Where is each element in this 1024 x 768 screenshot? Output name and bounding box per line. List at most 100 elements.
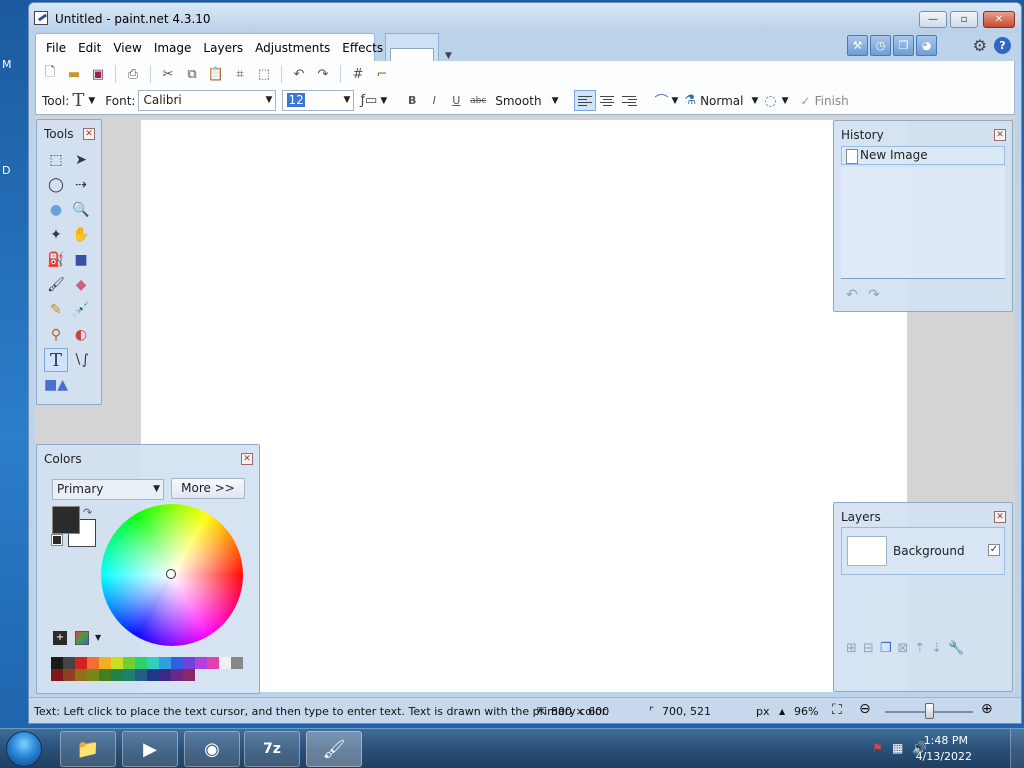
magic-wand-icon[interactable]: ✦ <box>44 223 68 247</box>
layer-properties-icon[interactable]: 🔧 <box>948 641 964 656</box>
close-icon[interactable]: ✕ <box>241 453 253 465</box>
palette-swatch[interactable] <box>99 669 111 681</box>
align-left-button[interactable] <box>574 90 597 111</box>
layers-window-toggle-icon[interactable]: ❐ <box>893 35 914 56</box>
redo-icon[interactable]: ↷ <box>313 64 333 84</box>
blend-mode-icon[interactable]: ⚗ <box>684 93 696 108</box>
grid-icon[interactable]: # <box>348 64 368 84</box>
chrome-taskbar-icon[interactable]: ◉ <box>184 731 240 767</box>
gradient-icon[interactable]: ■ <box>69 248 93 272</box>
align-right-button[interactable] <box>618 90 640 111</box>
clock-date[interactable]: 4/13/2022 <box>916 750 972 763</box>
font-smoothing-menu-icon[interactable]: ƒ▭ <box>360 93 377 108</box>
palette-swatch[interactable] <box>63 669 75 681</box>
palette-swatch[interactable] <box>219 657 231 669</box>
chevron-down-icon[interactable]: ▼ <box>95 633 101 642</box>
palette-swatch[interactable] <box>51 657 63 669</box>
move-layer-down-icon[interactable]: ⇣ <box>931 641 942 656</box>
text-tool-button-icon[interactable]: T <box>44 348 68 372</box>
color-wheel-cursor[interactable] <box>166 569 176 579</box>
history-item[interactable]: New Image <box>841 146 1005 165</box>
colors-window-toggle-icon[interactable]: ◕ <box>916 35 937 56</box>
palette-swatch[interactable] <box>135 657 147 669</box>
desktop-icon-label[interactable]: M <box>2 58 12 71</box>
swap-colors-icon[interactable]: ↷ <box>83 506 92 519</box>
pencil-icon[interactable]: ✎ <box>44 298 68 322</box>
align-center-button[interactable] <box>596 90 618 111</box>
menu-image[interactable]: Image <box>148 41 198 55</box>
palette-swatch[interactable] <box>231 657 243 669</box>
zoom-in-icon[interactable]: ⊕ <box>981 701 993 717</box>
palette-swatch[interactable] <box>51 669 63 681</box>
shapes-icon[interactable]: ■▲ <box>44 373 68 397</box>
move-selection-icon[interactable]: ⇢ <box>69 173 93 197</box>
add-layer-icon[interactable]: ⊞ <box>846 641 857 656</box>
chevron-down-icon[interactable]: ▼ <box>380 96 387 106</box>
close-button[interactable]: ✕ <box>983 11 1015 28</box>
palette-swatch[interactable] <box>147 669 159 681</box>
menu-effects[interactable]: Effects <box>336 41 389 55</box>
eraser-icon[interactable]: ◆ <box>69 273 93 297</box>
reset-colors-icon[interactable] <box>51 534 63 546</box>
palette-swatch[interactable] <box>63 657 75 669</box>
palette-swatch[interactable] <box>111 657 123 669</box>
settings-gear-icon[interactable]: ⚙ <box>973 36 987 55</box>
palette-swatch[interactable] <box>171 657 183 669</box>
close-icon[interactable]: ✕ <box>83 128 95 140</box>
palette-swatch[interactable] <box>99 657 111 669</box>
palette-swatch[interactable] <box>195 657 207 669</box>
layer-visibility-checkbox[interactable]: ✓ <box>988 544 1000 556</box>
underline-button[interactable]: U <box>445 94 467 107</box>
copy-icon[interactable]: ⧉ <box>182 64 202 84</box>
menu-view[interactable]: View <box>107 41 147 55</box>
network-icon[interactable]: ▦ <box>892 741 903 755</box>
paintnet-app-icon[interactable] <box>34 11 48 25</box>
palette-swatch[interactable] <box>207 657 219 669</box>
lasso-select-icon[interactable]: ◯ <box>44 173 68 197</box>
finish-button[interactable]: Finish <box>815 94 849 108</box>
crop-icon[interactable]: ⌗ <box>230 64 250 84</box>
deselect-icon[interactable]: ⬚ <box>254 64 274 84</box>
font-family-select[interactable]: Calibri ▼ <box>138 90 277 111</box>
cut-icon[interactable]: ✂ <box>158 64 178 84</box>
selection-mode-icon[interactable]: ◌ <box>764 93 776 109</box>
blend-mode-value[interactable]: Normal <box>700 94 743 108</box>
antialias-value[interactable]: Smooth <box>495 94 541 108</box>
palette-swatch[interactable] <box>111 669 123 681</box>
palette-swatch[interactable] <box>75 669 87 681</box>
desktop-icon-label[interactable]: D <box>2 164 10 177</box>
zoom-value[interactable]: 96% <box>794 705 818 718</box>
print-icon[interactable]: ⎙ <box>123 64 143 84</box>
clock-time[interactable]: 1:48 PM <box>924 734 968 747</box>
units-select[interactable]: px <box>756 705 770 718</box>
palette-menu-icon[interactable] <box>75 631 89 645</box>
undo-icon[interactable]: ↶ <box>846 287 858 303</box>
palette-swatch[interactable] <box>171 669 183 681</box>
move-layer-up-icon[interactable]: ⇡ <box>914 641 925 656</box>
minimize-button[interactable]: — <box>919 11 947 28</box>
new-file-icon[interactable]: 🗋 <box>40 64 60 84</box>
palette-swatch[interactable] <box>123 669 135 681</box>
ellipse-select-icon[interactable]: ● <box>44 198 68 222</box>
tool-dropdown-icon[interactable]: ▼ <box>88 96 95 106</box>
menu-file[interactable]: File <box>40 41 72 55</box>
palette-swatch[interactable] <box>159 657 171 669</box>
layer-row[interactable]: Background ✓ <box>841 527 1005 575</box>
palette-swatch[interactable] <box>183 657 195 669</box>
merge-layer-icon[interactable]: ⊠ <box>897 641 908 656</box>
more-colors-button[interactable]: More >> <box>171 478 245 499</box>
rectangle-select-icon[interactable]: ⬚ <box>44 148 68 172</box>
palette-swatch[interactable] <box>87 669 99 681</box>
paint-bucket-icon[interactable]: ⛽ <box>44 248 68 272</box>
redo-icon[interactable]: ↷ <box>868 287 880 303</box>
primary-color-swatch[interactable] <box>52 506 80 534</box>
menu-layers[interactable]: Layers <box>197 41 249 55</box>
recolor-icon[interactable]: ◐ <box>69 323 93 347</box>
palette-swatch[interactable] <box>159 669 171 681</box>
palette-swatch[interactable] <box>123 657 135 669</box>
antialiasing-icon[interactable]: ⌒ <box>654 91 668 111</box>
menu-edit[interactable]: Edit <box>72 41 107 55</box>
close-icon[interactable]: ✕ <box>994 129 1006 141</box>
start-button[interactable] <box>6 731 42 767</box>
color-mode-select[interactable]: Primary ▼ <box>52 479 164 500</box>
